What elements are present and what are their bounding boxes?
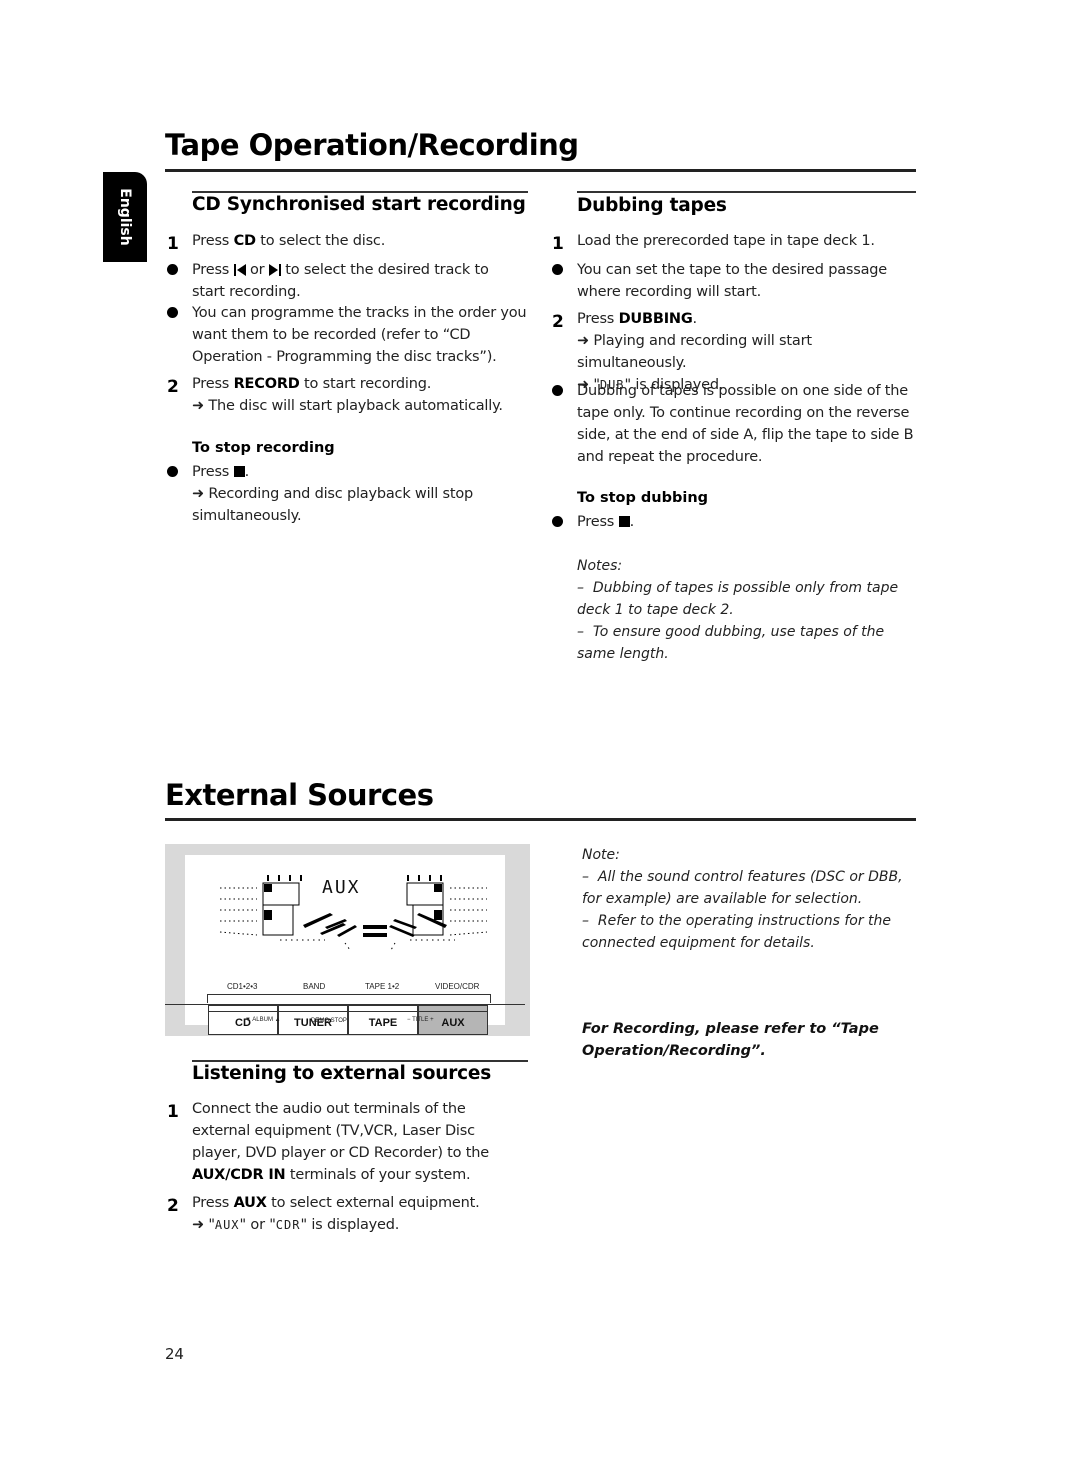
display-screen: AUX CD1•2•3 BAND TAPE 1•2 VIDEO/CDR CD T… bbox=[165, 855, 525, 1035]
step-number: 2 bbox=[167, 1196, 179, 1216]
bullet-icon bbox=[167, 466, 178, 477]
stop-recording-heading: To stop recording bbox=[192, 440, 335, 456]
step-number: 2 bbox=[167, 377, 179, 397]
language-label: English bbox=[117, 188, 133, 246]
step-2: 2 Press RECORD to start recording. ➜ The… bbox=[167, 376, 503, 414]
external-note-2: – Refer to the operating instructions fo… bbox=[582, 913, 892, 951]
listening-step-1: 1 Connect the audio out terminals of the… bbox=[167, 1101, 489, 1183]
bullet-icon bbox=[552, 516, 563, 527]
bullet-icon bbox=[552, 385, 563, 396]
title-label: − TITLE + bbox=[407, 1017, 434, 1023]
source-label: CD1•2•3 bbox=[227, 982, 258, 991]
dubbing-notes-title: Notes: bbox=[577, 558, 623, 574]
dubbing-bullet-one-side: Dubbing of tapes is possible on one side… bbox=[552, 380, 917, 468]
arrow-icon: ➜ bbox=[577, 333, 589, 349]
stop-dubbing-heading: To stop dubbing bbox=[577, 490, 709, 506]
external-note-title: Note: bbox=[582, 847, 620, 863]
stop-icon bbox=[233, 466, 245, 477]
step-number: 1 bbox=[167, 1102, 179, 1122]
arrow-icon: ➜ bbox=[192, 486, 204, 502]
subsection-rule bbox=[577, 191, 916, 193]
page-number: 24 bbox=[165, 1345, 184, 1363]
section-title-tape: Tape Operation/Recording bbox=[165, 128, 579, 162]
bullet-icon bbox=[167, 264, 178, 275]
tape-button[interactable]: TAPE bbox=[348, 1011, 418, 1035]
subsection-heading-cd-sync: CD Synchronised start recording bbox=[192, 194, 526, 215]
external-note-1: – All the sound control features (DSC or… bbox=[582, 869, 903, 907]
recording-reference: For Recording, please refer to “Tape Ope… bbox=[582, 1021, 879, 1059]
skip-previous-icon bbox=[233, 264, 246, 276]
step-number: 2 bbox=[552, 312, 564, 332]
source-label: TAPE 1•2 bbox=[365, 982, 400, 991]
language-tab: English bbox=[103, 172, 147, 262]
lcd-text: CDR bbox=[275, 1218, 301, 1232]
button-frame bbox=[207, 994, 491, 1003]
bullet-select-track: Press or to select the desired track to … bbox=[167, 259, 522, 303]
stop-icon bbox=[618, 516, 630, 527]
section-rule bbox=[165, 169, 916, 172]
dubbing-note-2: – To ensure good dubbing, use tapes of t… bbox=[577, 624, 885, 662]
aux-button[interactable]: AUX bbox=[418, 1011, 488, 1035]
source-label: VIDEO/CDR bbox=[435, 982, 480, 991]
lcd-text: AUX bbox=[214, 1218, 240, 1232]
section-title-external: External Sources bbox=[165, 778, 434, 812]
demo-stop-label: DEMO STOP bbox=[311, 1018, 347, 1024]
skip-next-icon bbox=[268, 264, 281, 276]
dubbing-bullet-passage: You can set the tape to the desired pass… bbox=[552, 259, 887, 303]
listening-step-2: 2 Press AUX to select external equipment… bbox=[167, 1195, 480, 1233]
subsection-heading-dubbing: Dubbing tapes bbox=[577, 195, 727, 216]
bullet-icon bbox=[167, 307, 178, 318]
lcd-display-text: AUX bbox=[322, 877, 361, 898]
step-1: 1 Press CD to select the disc. bbox=[167, 233, 386, 254]
arrow-icon: ➜ bbox=[192, 398, 204, 414]
dubbing-note-1: – Dubbing of tapes is possible only from… bbox=[577, 580, 899, 618]
bullet-programme: You can programme the tracks in the orde… bbox=[167, 302, 527, 368]
album-label: ▼ ALBUM ▲ bbox=[245, 1017, 281, 1023]
cd-button[interactable]: CD bbox=[208, 1011, 278, 1035]
arrow-icon: ➜ bbox=[192, 1217, 204, 1233]
bullet-icon bbox=[552, 264, 563, 275]
stop-dubbing-instructions: Press . bbox=[552, 511, 877, 533]
source-label: BAND bbox=[303, 982, 326, 991]
stop-recording-instructions: Press . ➜ Recording and disc playback wi… bbox=[167, 461, 522, 527]
lcd-spectrum-graphic bbox=[219, 875, 488, 951]
subsection-heading-listening: Listening to external sources bbox=[192, 1063, 492, 1084]
subsection-rule bbox=[192, 1060, 528, 1062]
step-number: 1 bbox=[552, 234, 564, 254]
subsection-rule bbox=[192, 191, 528, 193]
dubbing-step-1: 1 Load the prerecorded tape in tape deck… bbox=[552, 233, 875, 254]
step-number: 1 bbox=[167, 234, 179, 254]
section-rule bbox=[165, 818, 916, 821]
display-panel-figure: AUX CD1•2•3 BAND TAPE 1•2 VIDEO/CDR CD T… bbox=[165, 844, 530, 1036]
